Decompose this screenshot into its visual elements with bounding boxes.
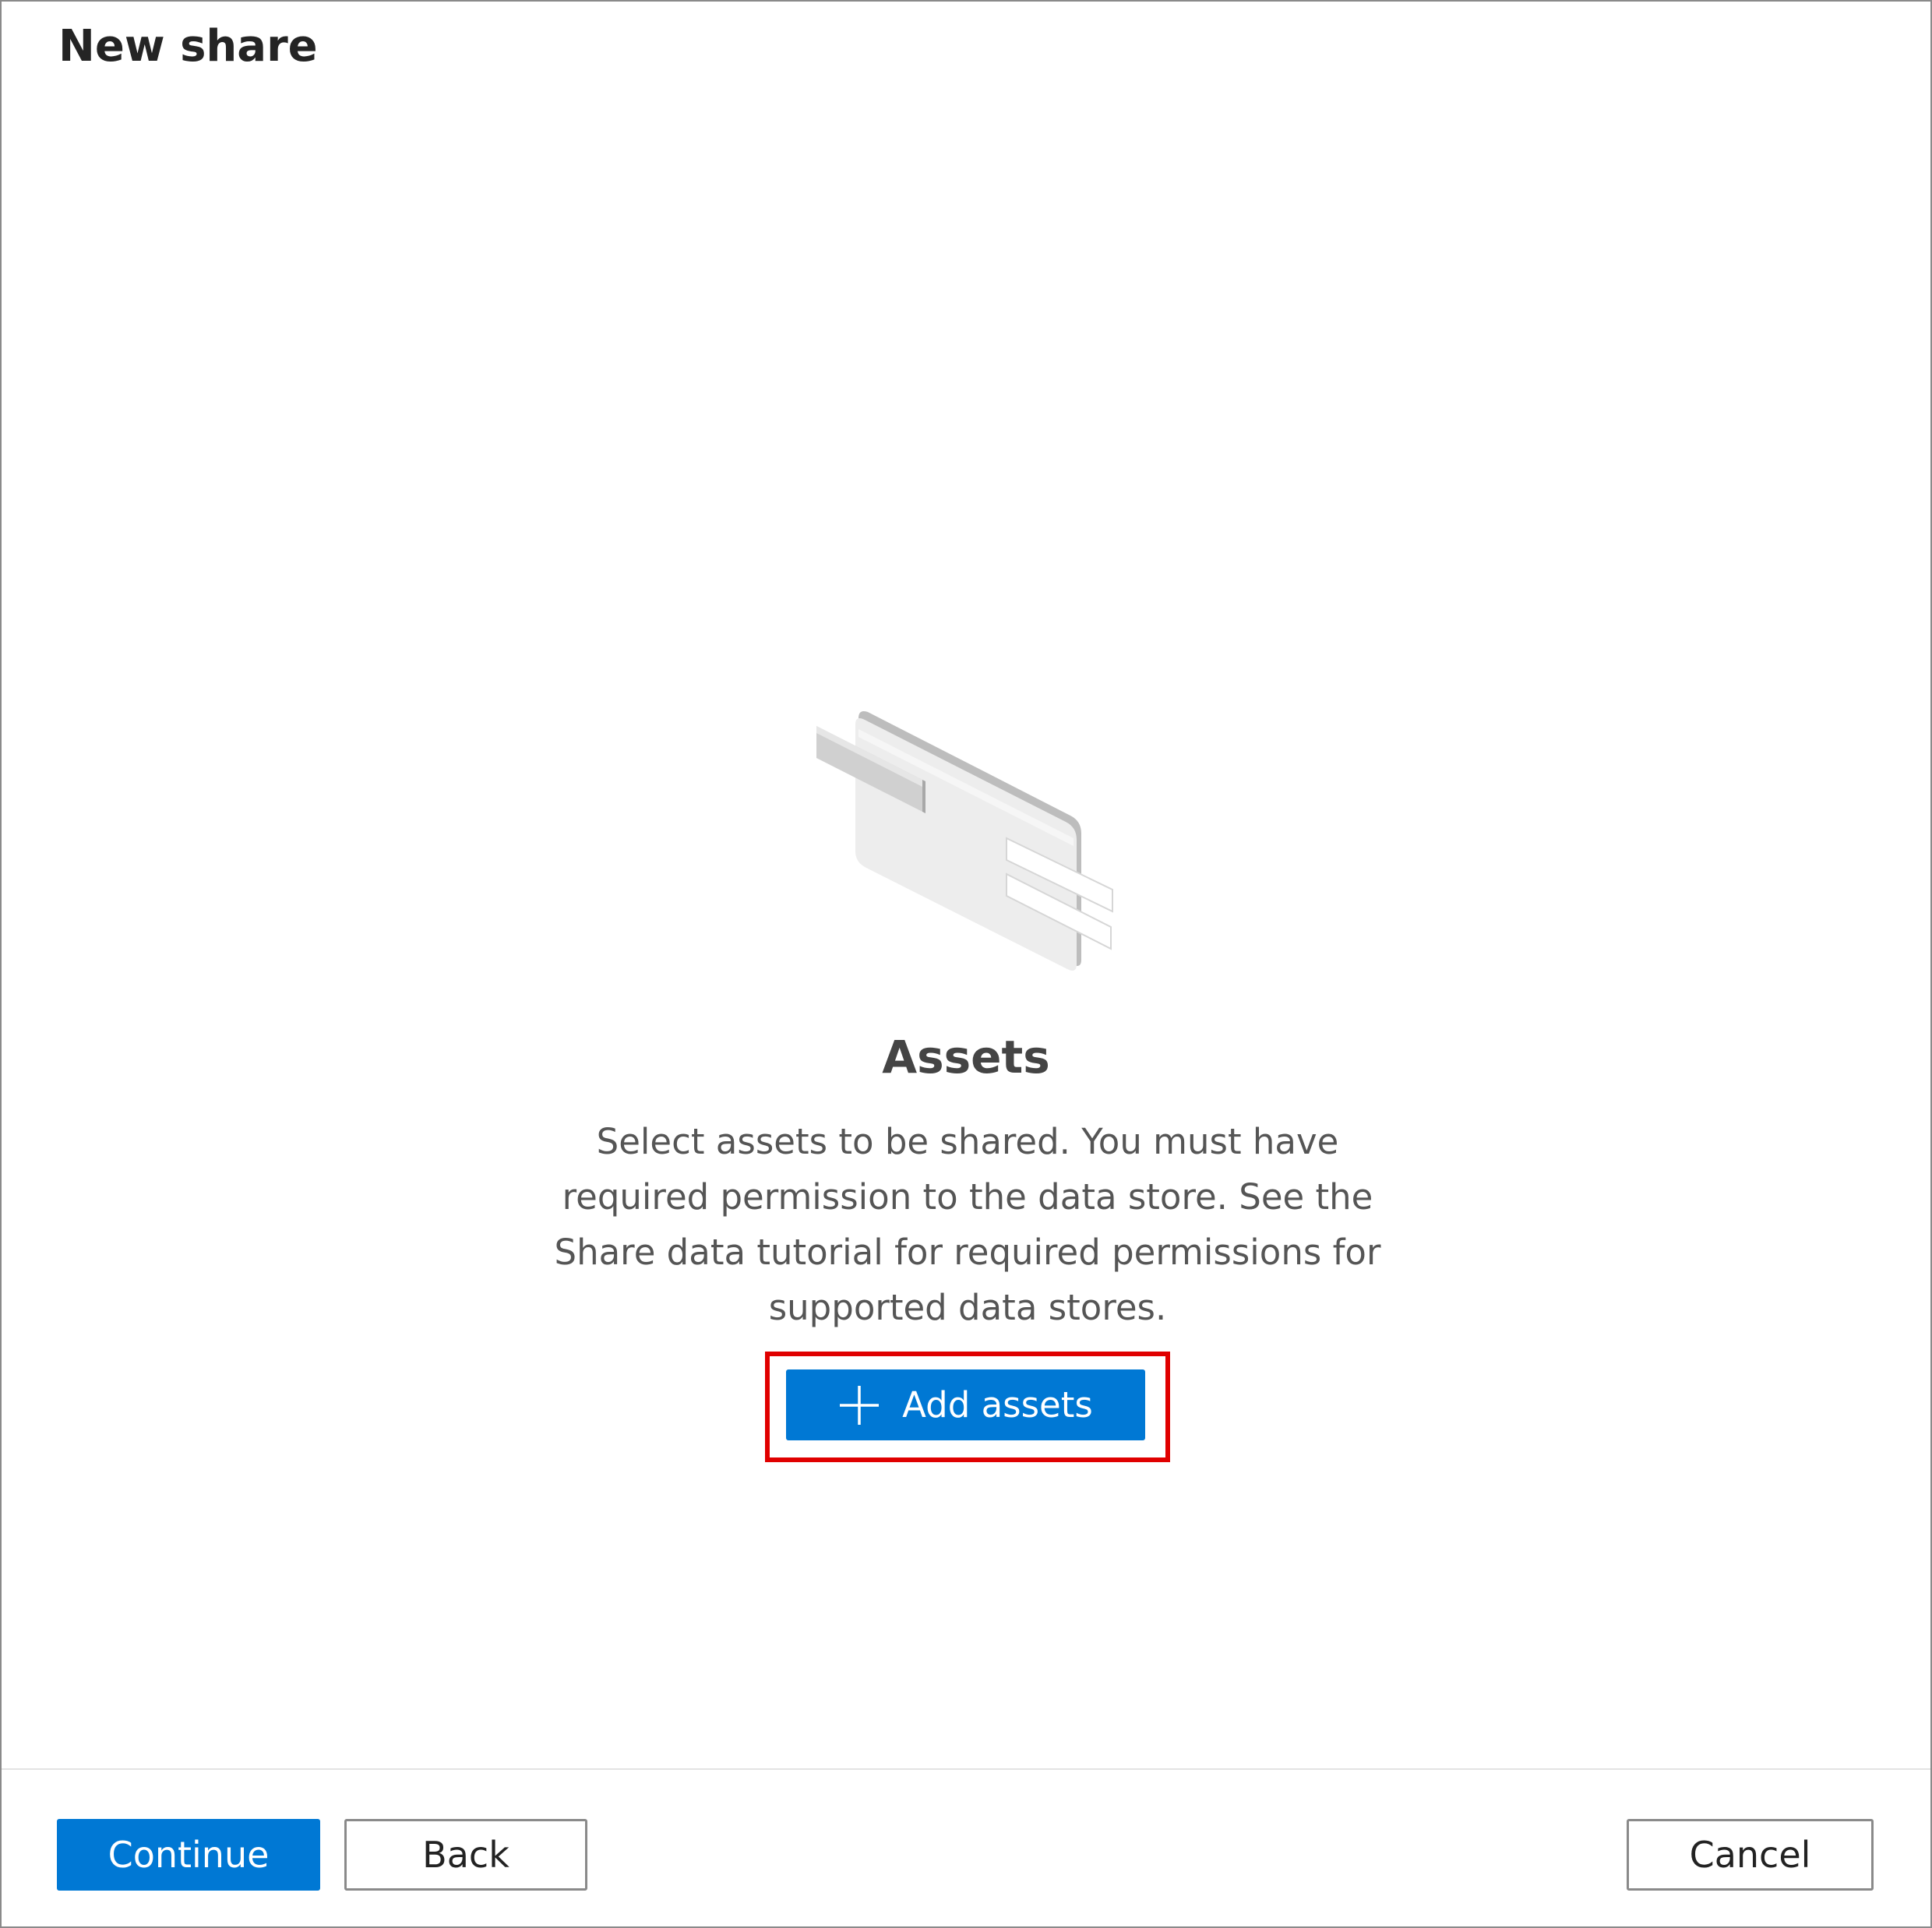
- add-assets-label: Add assets: [902, 1384, 1093, 1426]
- assets-illustration-icon: [816, 711, 1113, 971]
- dialog-title: New share: [58, 21, 318, 72]
- footer-divider: [2, 1768, 1930, 1770]
- cancel-label: Cancel: [1689, 1834, 1811, 1876]
- continue-label: Continue: [108, 1834, 270, 1876]
- back-label: Back: [422, 1834, 509, 1876]
- cancel-button[interactable]: Cancel: [1627, 1819, 1874, 1891]
- assets-heading: Assets: [882, 1031, 1050, 1084]
- back-button[interactable]: Back: [344, 1819, 587, 1891]
- assets-description: Select assets to be shared. You must hav…: [554, 1121, 1381, 1328]
- continue-button[interactable]: Continue: [57, 1819, 320, 1891]
- add-assets-button[interactable]: Add assets: [786, 1369, 1145, 1440]
- plus-icon: [840, 1385, 880, 1425]
- new-share-dialog: New share Assets Select assets to be sha…: [0, 0, 1932, 1928]
